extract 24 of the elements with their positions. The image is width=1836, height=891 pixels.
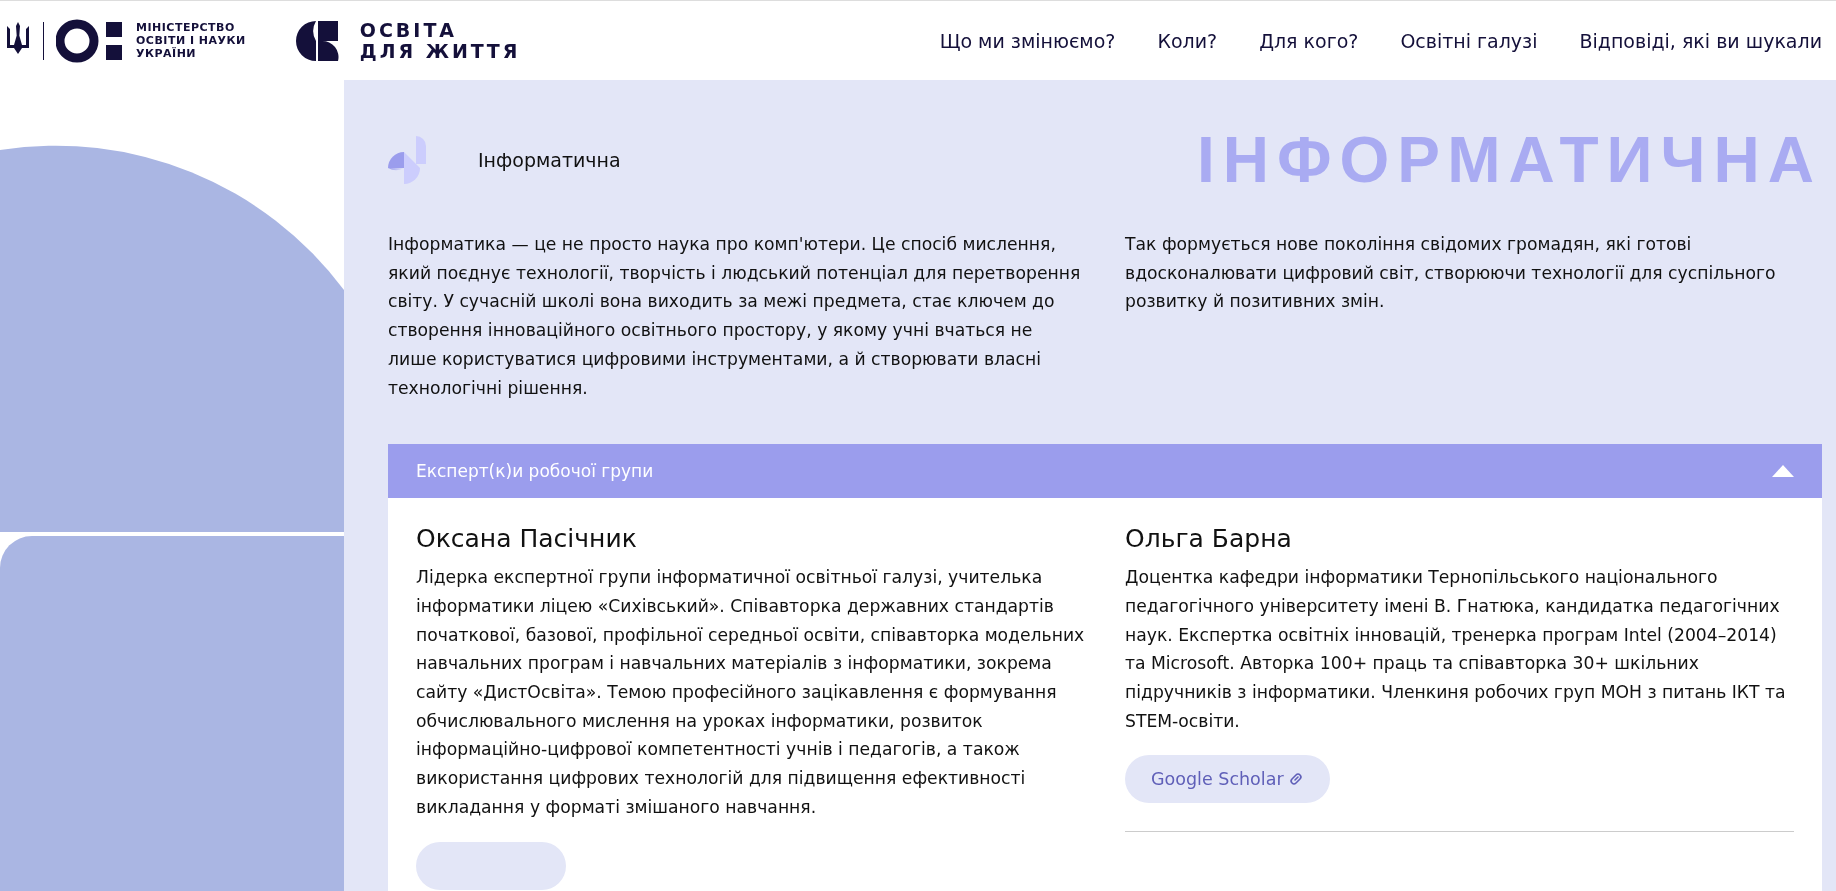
- brand-logo-icon: [295, 18, 340, 63]
- banner-title: ІНФОРМАТИЧНА: [1196, 128, 1822, 192]
- ministry-name: УКРАЇНИ: [136, 47, 198, 60]
- ministry-name: МІНІСТЕРСТВО: [136, 21, 236, 34]
- expert-bio: Доцентка кафедри інформатики Тернопільського національного педагогічного університету імені В. Гнатюка, кандидатка педагогічних наук. Експертка освітніх інновацій, тренерка програм Intel (2004–2014) та Microsoft. Авторка 100+ праць та співавторка 30+ шкільних підручників з інформатики. Членкиня робочих груп МОН з питань ІКТ та STEM-освіти.: [1125, 566, 1787, 733]
- ministry-name: ОСВІТИ І НАУКИ: [136, 34, 246, 47]
- nav-link[interactable]: Що ми змінюємо?: [939, 29, 1116, 52]
- ministry-logo-icon: [56, 18, 124, 63]
- section-title: Інформатична: [478, 149, 621, 171]
- brand-name: ОСВІТА: [359, 19, 459, 41]
- intro-paragraph: Інформатика — це не просто наука про комп'ютери. Це спосіб мислення, який поєднує технології, творчість і людський потенціал для перетворення світу. У сучасній школі вона виходить за межі предмета, стає ключем до створення інноваційного освітнього простору, у якому учні вчаться не лише користуватися цифровими інструментами, а й створювати власні технологічні рішення.: [388, 233, 1082, 400]
- intro-paragraph: Так формується нове покоління свідомих громадян, які готові вдосконалювати цифровий світ, створюючи технології для суспільного розвитку й позитивних змін.: [1125, 233, 1777, 314]
- nav-link[interactable]: Коли?: [1157, 29, 1218, 52]
- link-button[interactable]: [416, 841, 566, 890]
- nav-link[interactable]: Відповіді, які ви шукали: [1579, 29, 1822, 52]
- expert-bio: Лідерка експертної групи інформатичної освітньої галузі, учителька інформатики ліцею «Сихівський». Співавторка державних стандартів початкової, базової, профільної середньої освіти, співавторка модельних навчальних програм і навчальних матеріалів з інформатики, зокрема сайту «ДистОсвіта». Темою професійного зацікавлення є формування обчислювального мислення на уроках інформатики, розвиток інформаційно-цифрової компетентності учнів і педагогів, а також використання цифрових технологій для підвищення ефективності викладання у форматі змішаного навчання.: [416, 566, 1085, 819]
- brand-name: ДЛЯ ЖИТТЯ: [359, 40, 521, 62]
- link-button[interactable]: Google Scholar: [1125, 755, 1330, 804]
- nav-link[interactable]: Освітні галузі: [1400, 29, 1538, 52]
- nav-link[interactable]: Для кого?: [1259, 29, 1359, 52]
- caret-up-icon: [1772, 465, 1794, 478]
- link-icon: [1287, 771, 1304, 788]
- expert-name: Ольга Барна: [1125, 524, 1293, 554]
- expert-name: Оксана Пасічник: [416, 524, 638, 554]
